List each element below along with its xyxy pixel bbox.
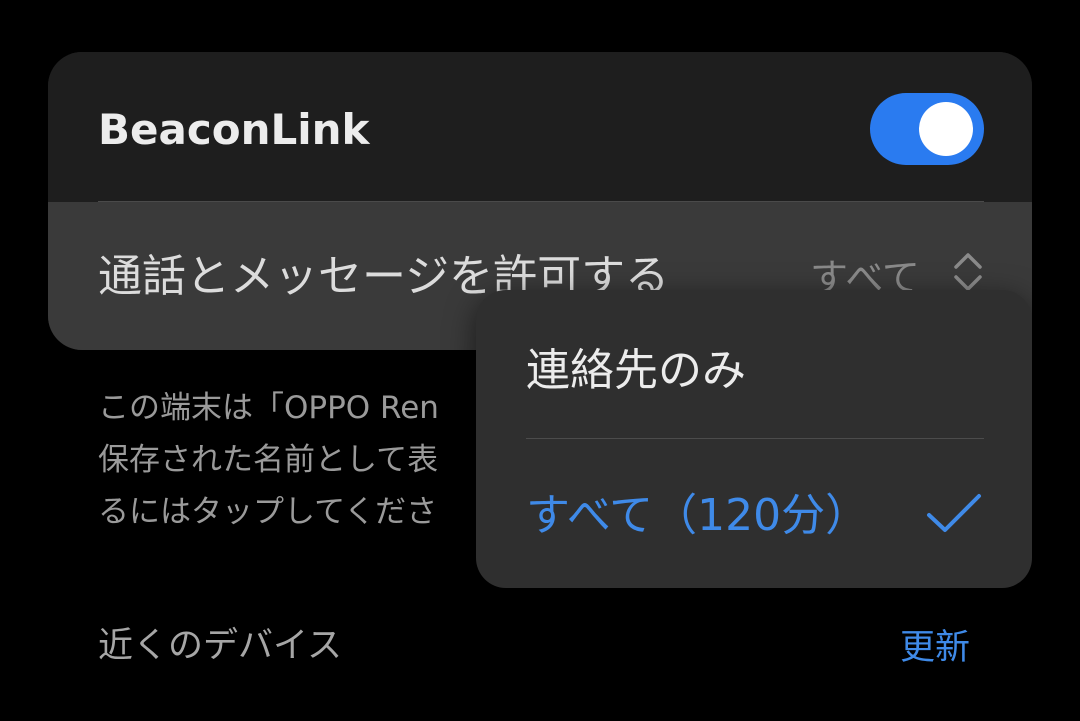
description-line: この端末は「OPPO Ren [98,390,439,426]
toggle-knob [919,102,973,156]
beaconlink-row: BeaconLink [48,52,1032,201]
screen: BeaconLink 通話とメッセージを許可する すべて この端末は「OPPO … [0,0,1080,721]
description-line: るにはタップしてくださ [98,494,438,530]
description-line: 保存された名前として表 [98,442,439,478]
allow-options-menu: 連絡先のみ すべて（120分） [476,290,1032,588]
nearby-devices-title: 近くのデバイス [98,626,342,666]
chevron-up-down-icon [954,253,982,291]
device-description: この端末は「OPPO Ren 保存された名前として表 るにはタップしてくださ [98,382,498,538]
menu-item-contacts-only[interactable]: 連絡先のみ [476,290,1032,438]
beaconlink-toggle[interactable] [870,93,984,165]
menu-item-label: すべて（120分） [526,490,870,541]
checkmark-icon [927,494,981,532]
menu-item-all-120min[interactable]: すべて（120分） [476,439,1032,587]
menu-item-label: 連絡先のみ [526,345,746,396]
beaconlink-title: BeaconLink [98,105,370,154]
refresh-button[interactable]: 更新 [900,624,970,672]
